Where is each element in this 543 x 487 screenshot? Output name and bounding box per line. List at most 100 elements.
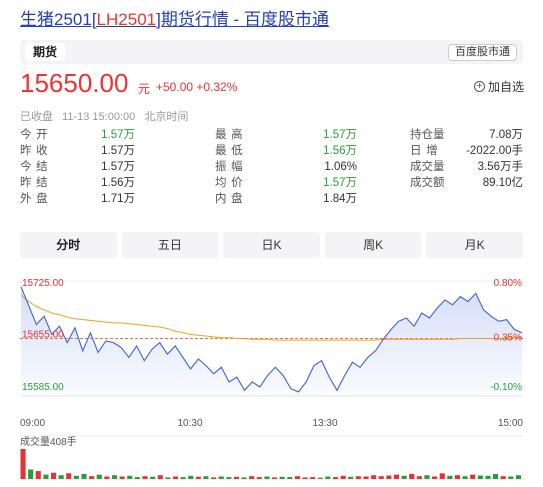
- stat-value: 1.71万: [101, 193, 135, 205]
- volume-bar: [96, 474, 102, 479]
- stat-value: 7.08万: [489, 129, 523, 141]
- volume-bar: [81, 473, 87, 479]
- stat-c3-3: 成交额 89.10亿: [410, 175, 523, 191]
- stat-label: 昨结: [20, 177, 53, 189]
- stat-value: 1.57万: [101, 129, 135, 141]
- stat-c2-2: 振幅 1.06%: [215, 159, 357, 175]
- tab-period-2[interactable]: 日K: [223, 232, 320, 258]
- x-tick-label: 09:00: [20, 418, 45, 429]
- tab-period-0[interactable]: 分时: [20, 232, 117, 258]
- stat-label: 持仓量: [410, 129, 445, 141]
- volume-bar: [195, 476, 201, 479]
- stat-label: 成交量: [410, 161, 445, 173]
- volume-bar: [73, 475, 79, 479]
- volume-bar: [233, 476, 239, 479]
- volume-bar: [142, 476, 148, 479]
- stat-value: -2022.00手: [466, 145, 523, 157]
- add-watchlist-label: 加自选: [488, 80, 525, 94]
- source-tag[interactable]: 百度股市通: [448, 44, 517, 61]
- volume-bar: [386, 475, 392, 479]
- stat-c1-2: 今结 1.57万: [20, 159, 135, 175]
- volume-bar: [508, 476, 514, 479]
- tab-period-3[interactable]: 周K: [324, 232, 422, 258]
- volume-bar: [287, 477, 293, 479]
- volume-bar: [424, 475, 430, 479]
- tab-period-1[interactable]: 五日: [121, 232, 219, 258]
- volume-bar: [500, 476, 506, 479]
- volume-bar: [203, 476, 209, 479]
- stat-value: 1.57万: [101, 161, 135, 173]
- stat-c1-1: 昨收 1.57万: [20, 143, 135, 159]
- stat-value: 1.57万: [101, 145, 135, 157]
- current-price: 15650.00: [20, 68, 129, 98]
- volume-bar: [393, 474, 399, 479]
- volume-bar: [325, 476, 331, 479]
- stat-label: 今开: [20, 129, 53, 141]
- stat-value: 3.56万手: [477, 161, 523, 173]
- volume-bar: [416, 476, 422, 479]
- time-zone: 北京时间: [144, 111, 189, 123]
- volume-bar: [371, 475, 377, 479]
- volume-bar: [58, 475, 64, 479]
- volume-bar: [119, 476, 125, 479]
- volume-bar: [256, 477, 262, 479]
- pct-tick-label: 0.35%: [494, 333, 522, 344]
- volume-bar: [485, 475, 491, 479]
- volume-bar: [249, 476, 255, 479]
- stat-c2-0: 最高 1.57万: [215, 127, 357, 143]
- volume-bar: [477, 475, 483, 479]
- stat-value: 1.06%: [324, 161, 357, 173]
- stat-label: 成交额: [410, 177, 445, 189]
- price-area: [21, 286, 522, 396]
- stat-label: 外盘: [20, 193, 53, 205]
- volume-bar: [333, 477, 339, 479]
- stat-c3-2: 成交量 3.56万手: [410, 159, 523, 175]
- add-watchlist-button[interactable]: + 加自选: [474, 78, 524, 95]
- volume-bar: [439, 473, 445, 479]
- volume-bar: [294, 476, 300, 479]
- volume-bar: [515, 475, 521, 479]
- x-tick-label: 13:30: [312, 418, 337, 429]
- stat-c1-4: 外盘 1.71万: [20, 191, 135, 207]
- volume-bar: [112, 475, 118, 479]
- quote-time: 11-13 15:00:00: [62, 111, 136, 123]
- volume-bar: [409, 473, 415, 479]
- volume-bar: [378, 476, 384, 479]
- quote-header-bar: 期货 百度股市通: [20, 40, 523, 64]
- volume-bar: [462, 476, 468, 479]
- volume-bar: [272, 477, 278, 479]
- volume-bar: [89, 476, 95, 479]
- volume-bar: [401, 475, 407, 479]
- intraday-chart[interactable]: 15725.00 15655.00 15585.00 0.80% 0.35% -0.10%…: [0, 268, 543, 487]
- volume-bar: [447, 475, 453, 479]
- volume-bar: [150, 476, 156, 479]
- market-state: 已收盘: [20, 111, 53, 123]
- volume-bar: [180, 477, 186, 479]
- stat-value: 1.57万: [323, 177, 357, 189]
- stat-label: 最低: [215, 145, 248, 157]
- type-tab-futures[interactable]: 期货: [25, 43, 66, 61]
- plus-circle-icon: +: [474, 81, 485, 92]
- volume-bar: [157, 475, 163, 479]
- tab-period-4[interactable]: 月K: [426, 232, 523, 258]
- page-title[interactable]: 生猪2501[LH2501]期货行情 - 百度股市通: [20, 5, 329, 30]
- stat-label: 今结: [20, 161, 53, 173]
- volume-bar: [165, 477, 171, 479]
- pct-tick-label: -0.10%: [490, 382, 522, 393]
- stat-label: 内盘: [215, 193, 248, 205]
- stat-label: 均价: [215, 177, 248, 189]
- volume-bar: [104, 476, 110, 479]
- stat-value: 1.56万: [101, 177, 135, 189]
- volume-bar: [493, 473, 499, 479]
- volume-bar: [454, 475, 460, 479]
- volume-bar: [302, 477, 308, 479]
- contract-code[interactable]: LH2501: [97, 10, 157, 29]
- stat-c1-0: 今开 1.57万: [20, 127, 135, 143]
- period-tabs: 分时 五日 日K 周K 月K: [20, 232, 523, 258]
- pct-tick-label: 0.80%: [494, 278, 522, 289]
- stat-c2-3: 均价 1.57万: [215, 175, 357, 191]
- volume-bar: [28, 469, 34, 479]
- stat-label: 日增: [410, 145, 443, 157]
- y-tick-label: 15725.00: [22, 278, 64, 289]
- volume-bar: [432, 476, 438, 479]
